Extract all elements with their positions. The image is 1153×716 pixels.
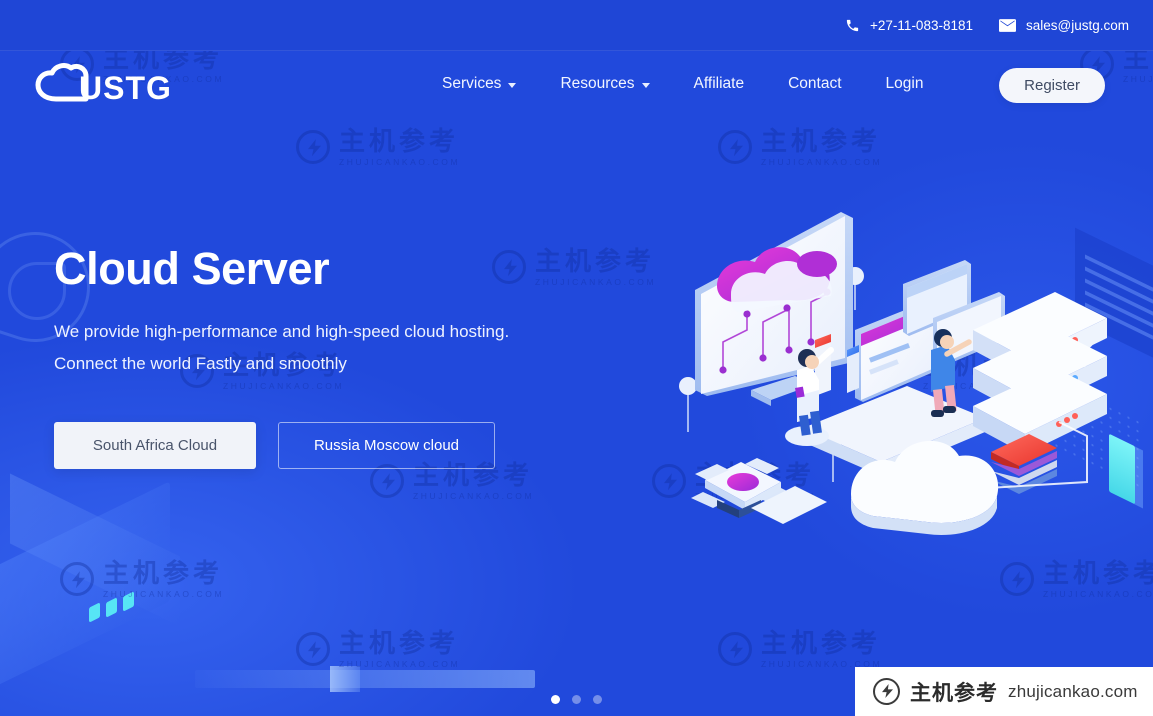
watermark-cn: 主机参考: [339, 126, 460, 156]
watermark-cn: 主机参考: [535, 246, 656, 276]
lightning-circle-icon: [718, 632, 752, 667]
hero-subtitle-line2: Connect the world Fastly and smoothly: [54, 353, 347, 373]
nav-label: Services: [442, 75, 502, 92]
lightning-circle-icon: [60, 562, 94, 597]
hero-section: Cloud Server We provide high-performance…: [54, 244, 509, 469]
carousel-dot-1[interactable]: [551, 695, 560, 704]
email-address: sales@justg.com: [1026, 17, 1129, 33]
nav-label: Contact: [788, 75, 842, 92]
site-header: USTG Services Resources Affiliate Contac…: [0, 51, 1153, 117]
decorative-light-bar-highlight: [330, 666, 360, 692]
decorative-server-box: [0, 481, 170, 699]
nav-item-contact[interactable]: Contact: [766, 67, 863, 101]
russia-moscow-cloud-button[interactable]: Russia Moscow cloud: [278, 421, 495, 469]
watermark-cn: 主机参考: [761, 628, 882, 658]
watermark-en: ZHUJICANKAO.COM: [761, 157, 883, 167]
phone-contact[interactable]: +27-11-083-8181: [845, 18, 973, 33]
watermark-cn: 主机参考: [339, 628, 460, 658]
decorative-light-bar: [195, 670, 535, 688]
watermark-en: ZHUJICANKAO.COM: [535, 277, 657, 287]
email-contact[interactable]: sales@justg.com: [999, 18, 1129, 33]
carousel-dot-3[interactable]: [593, 695, 602, 704]
lightning-circle-icon: [873, 678, 900, 705]
nav-label: Affiliate: [693, 75, 745, 92]
watermark-en: ZHUJICANKAO.COM: [339, 157, 461, 167]
watermark-tile: 主机参考 ZHUJICANKAO.COM: [296, 630, 460, 669]
nav-item-affiliate[interactable]: Affiliate: [672, 67, 767, 101]
watermark-en: ZHUJICANKAO.COM: [1043, 589, 1153, 599]
watermark-tile: 主机参考 ZHUJICANKAO.COM: [492, 248, 656, 287]
watermark-en: ZHUJICANKAO.COM: [103, 589, 225, 599]
watermark-tile: 主机参考 ZHUJICANKAO.COM: [718, 630, 882, 669]
watermark-tile: 主机参考 ZHUJICANKAO.COM: [1000, 560, 1153, 599]
server-led-icon: [89, 602, 100, 623]
server-led-icon: [123, 591, 134, 612]
watermark-cn: 主机参考: [103, 558, 224, 588]
carousel-dot-2[interactable]: [572, 695, 581, 704]
logo-justg[interactable]: USTG: [25, 59, 175, 111]
hero-subtitle: We provide high-performance and high-spe…: [54, 316, 509, 380]
watermark-badge-en: zhujicankao.com: [1008, 681, 1138, 701]
nav-item-login[interactable]: Login: [864, 67, 946, 101]
south-africa-cloud-button[interactable]: South Africa Cloud: [54, 421, 256, 469]
mail-icon: [999, 18, 1016, 32]
hero-title: Cloud Server: [54, 243, 330, 294]
watermark-en: ZHUJICANKAO.COM: [339, 659, 461, 669]
watermark-tile: 主机参考 ZHUJICANKAO.COM: [60, 560, 224, 599]
register-button[interactable]: Register: [999, 68, 1105, 103]
watermark-cn: 主机参考: [1043, 558, 1153, 588]
lightning-circle-icon: [370, 464, 404, 499]
main-navigation: Services Resources Affiliate Contact Log…: [420, 51, 945, 117]
hero-cta-row: South Africa Cloud Russia Moscow cloud: [54, 421, 509, 469]
watermark-badge-cn: 主机参考: [910, 681, 998, 705]
phone-number: +27-11-083-8181: [870, 17, 973, 33]
nav-label: Resources: [560, 75, 635, 92]
server-led-icon: [106, 597, 117, 618]
lightning-circle-icon: [1000, 562, 1034, 597]
decorative-server-top: [10, 473, 180, 627]
lightning-circle-icon: [718, 130, 752, 165]
landing-page: 主机参考 ZHUJICANKAO.COM 主机参考 ZHUJICANKAO.CO…: [0, 0, 1153, 716]
watermark-badge: 主机参考 zhujicankao.com: [855, 667, 1153, 716]
watermark-cn: 主机参考: [761, 126, 882, 156]
watermark-tile: 主机参考 ZHUJICANKAO.COM: [718, 128, 882, 167]
chevron-down-icon: [508, 82, 517, 88]
hero-subtitle-line1: We provide high-performance and high-spe…: [54, 321, 510, 341]
lightning-circle-icon: [296, 130, 330, 165]
chevron-down-icon: [641, 82, 650, 88]
nav-item-services[interactable]: Services: [420, 67, 538, 101]
watermark-en: ZHUJICANKAO.COM: [413, 491, 535, 501]
lightning-circle-icon: [296, 632, 330, 667]
hero-illustration: [655, 190, 1135, 550]
nav-item-resources[interactable]: Resources: [538, 67, 671, 101]
nav-label: Login: [885, 75, 924, 92]
phone-icon: [845, 18, 860, 33]
svg-text:USTG: USTG: [79, 70, 172, 106]
watermark-tile: 主机参考 ZHUJICANKAO.COM: [296, 128, 460, 167]
top-contact-bar: +27-11-083-8181 sales@justg.com: [0, 0, 1153, 51]
